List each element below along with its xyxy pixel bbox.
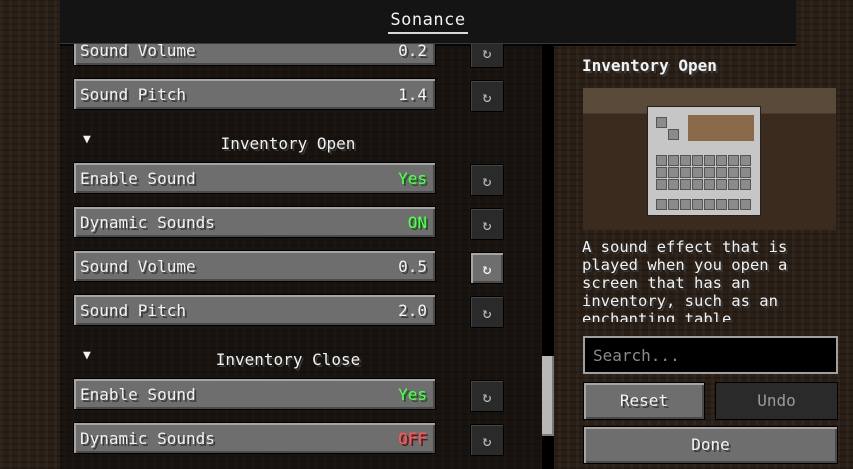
screen-title: Sonance: [60, 10, 796, 34]
setting-button[interactable]: Sound Pitch 2.0: [73, 294, 436, 326]
setting-value: 1.4: [398, 85, 427, 104]
setting-button[interactable]: Sound Volume 0.2: [73, 44, 436, 66]
done-button[interactable]: Done: [583, 426, 838, 464]
details-panel: Inventory Open A sound effect that is pl…: [573, 44, 853, 469]
setting-row: Sound Volume 0.5: [73, 250, 438, 282]
reset-setting-icon[interactable]: ↻: [470, 80, 504, 112]
search-input[interactable]: [583, 336, 838, 374]
setting-label: Enable Sound: [80, 169, 196, 188]
setting-label: Enable Sound: [80, 385, 196, 404]
details-description: A sound effect that is played when you o…: [582, 238, 788, 322]
setting-value: ON: [407, 213, 427, 232]
setting-row: Enable Sound Yes: [73, 162, 438, 194]
setting-button[interactable]: Sound Volume 0.5: [73, 250, 436, 282]
reset-setting-icon[interactable]: ↻: [470, 208, 504, 240]
reset-setting-icon[interactable]: ↻: [470, 380, 504, 412]
category-title: Inventory Close: [215, 350, 361, 369]
category-header[interactable]: ▼ Inventory Close: [73, 348, 503, 372]
setting-button[interactable]: Dynamic Sounds ON: [73, 206, 436, 238]
scrollbar[interactable]: [542, 44, 554, 469]
setting-label: Sound Pitch: [80, 301, 186, 320]
reset-setting-icon[interactable]: ↻: [470, 424, 504, 456]
undo-button[interactable]: Undo: [715, 382, 838, 420]
reset-setting-icon[interactable]: ↻: [470, 296, 504, 328]
enchanting-gui-preview: [647, 106, 761, 216]
setting-button[interactable]: Dynamic Sounds OFF: [73, 422, 436, 454]
setting-value: 0.2: [398, 44, 427, 60]
setting-label: Dynamic Sounds: [80, 213, 215, 232]
setting-value: Yes: [398, 385, 427, 404]
scrollbar-thumb[interactable]: [542, 356, 554, 436]
setting-button[interactable]: Enable Sound Yes: [73, 162, 436, 194]
setting-label: Sound Volume: [80, 257, 196, 276]
setting-label: Sound Volume: [80, 44, 196, 60]
setting-row: Dynamic Sounds ON: [73, 206, 438, 238]
setting-label: Dynamic Sounds: [80, 429, 215, 448]
category-header[interactable]: ▼ Inventory Open: [73, 132, 503, 156]
setting-button[interactable]: Enable Sound Yes: [73, 378, 436, 410]
reset-setting-icon[interactable]: ↻: [470, 252, 504, 284]
details-heading: Inventory Open: [582, 56, 717, 75]
setting-label: Sound Pitch: [80, 85, 186, 104]
setting-value: Yes: [398, 169, 427, 188]
preview-image: [583, 88, 836, 230]
setting-row: Enable Sound Yes: [73, 378, 438, 410]
title-bar: Sonance: [60, 0, 796, 46]
reset-setting-icon[interactable]: ↻: [470, 44, 504, 68]
setting-button[interactable]: Sound Pitch 1.4: [73, 78, 436, 110]
setting-value: OFF: [398, 429, 427, 448]
setting-row: Dynamic Sounds OFF: [73, 422, 438, 454]
setting-value: 0.5: [398, 257, 427, 276]
setting-row: Sound Volume 0.2: [73, 44, 438, 66]
reset-setting-icon[interactable]: ↻: [470, 164, 504, 196]
settings-list[interactable]: Sound Volume 0.2 ↻ Sound Pitch 1.4 ↻ ▼ Inventor…: [60, 44, 542, 469]
reset-button[interactable]: Reset: [583, 382, 705, 420]
setting-row: Sound Pitch 2.0: [73, 294, 438, 326]
category-title: Inventory Open: [220, 134, 356, 153]
setting-row: Sound Pitch 1.4: [73, 78, 438, 110]
setting-value: 2.0: [398, 301, 427, 320]
